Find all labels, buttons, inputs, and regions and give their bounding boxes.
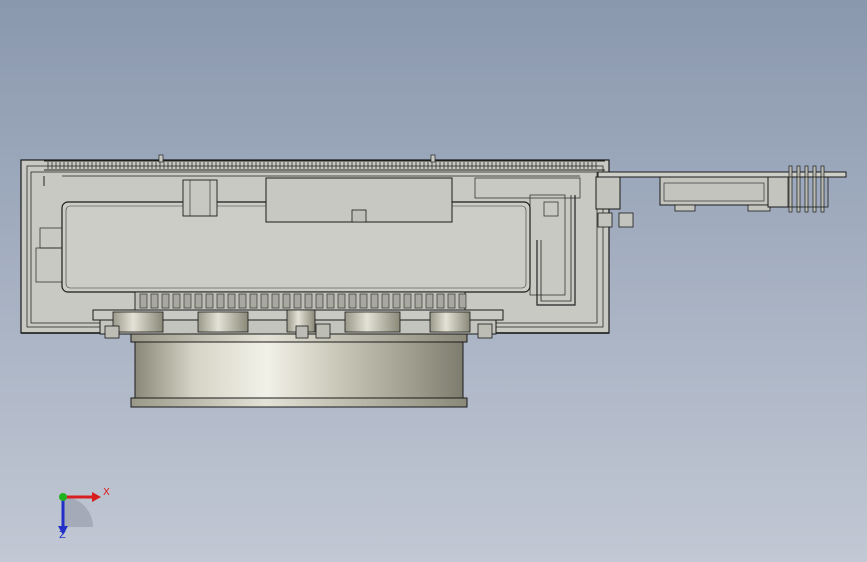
hub-slot <box>381 293 390 309</box>
fin-post <box>158 154 164 163</box>
hub-slot <box>304 293 313 309</box>
hub-slot <box>183 293 192 309</box>
hub-slot <box>293 293 302 309</box>
hub-slot <box>150 293 159 309</box>
axis-triad <box>58 492 101 535</box>
hub-slot <box>227 293 236 309</box>
connector-pin <box>812 165 817 213</box>
fin-post <box>430 154 436 163</box>
hub-slot <box>348 293 357 309</box>
cad-model-view[interactable] <box>0 0 867 562</box>
hub-slot <box>447 293 456 309</box>
connector-pin <box>796 165 801 213</box>
hub-slot <box>436 293 445 309</box>
hub-slot <box>359 293 368 309</box>
fan-cylinder <box>104 309 493 408</box>
hub-slot <box>260 293 269 309</box>
hub-slot <box>392 293 401 309</box>
hub-slot <box>458 293 467 309</box>
hub-slot <box>194 293 203 309</box>
hub-slot <box>326 293 335 309</box>
pcb-board <box>595 171 847 228</box>
cad-viewport[interactable]: X Z <box>0 0 867 562</box>
x-axis-arrow <box>92 492 101 502</box>
x-axis-label: X <box>103 487 110 498</box>
hub-slot <box>249 293 258 309</box>
hub-slot <box>414 293 423 309</box>
hub-slot <box>315 293 324 309</box>
hub-slot <box>161 293 170 309</box>
hub-slot <box>205 293 214 309</box>
hub-slot <box>403 293 412 309</box>
hub-slot <box>238 293 247 309</box>
hub-slot <box>271 293 280 309</box>
hub-slot <box>282 293 291 309</box>
hub-slot <box>172 293 181 309</box>
connector-pin <box>804 165 809 213</box>
hub-slot <box>139 293 148 309</box>
connector-pin <box>788 165 793 213</box>
connector-pin <box>820 165 825 213</box>
y-axis-dot <box>59 493 67 501</box>
hub-slot <box>337 293 346 309</box>
hub-slot <box>216 293 225 309</box>
z-axis-label: Z <box>59 530 66 541</box>
hub-slot <box>370 293 379 309</box>
hub-slot <box>425 293 434 309</box>
